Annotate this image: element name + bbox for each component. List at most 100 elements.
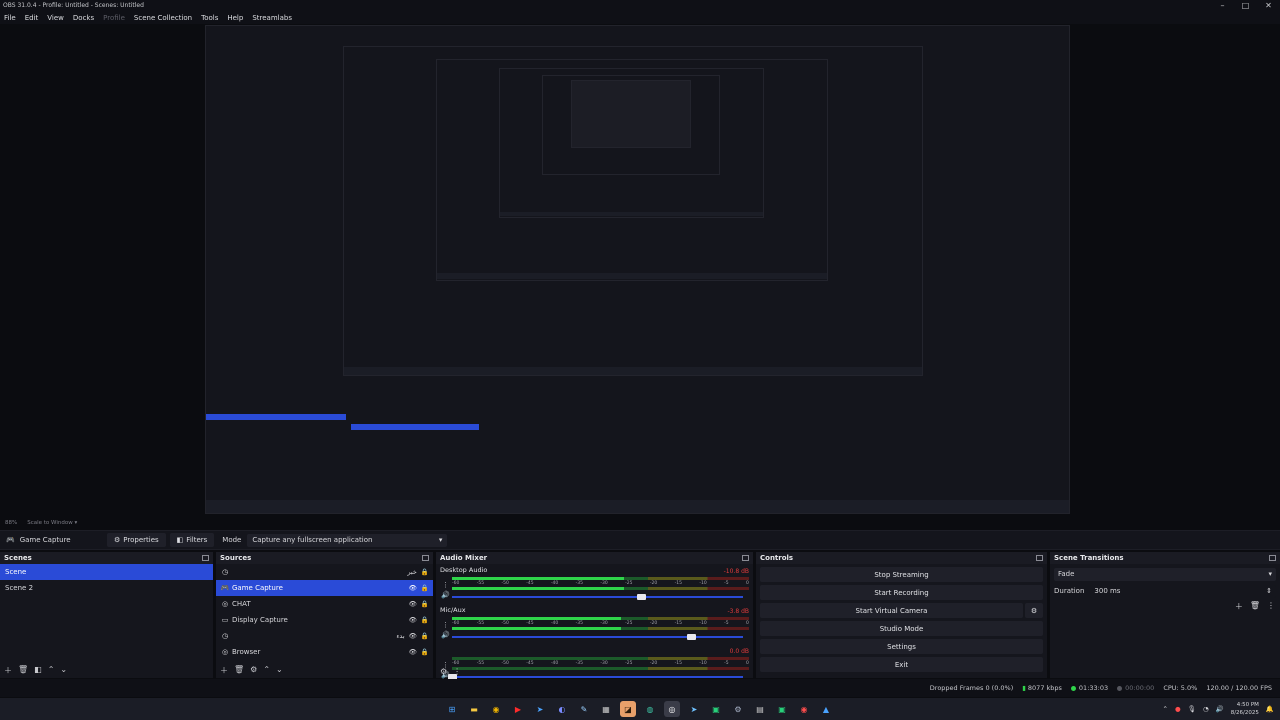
undock-icon[interactable] (742, 555, 749, 561)
send-icon[interactable]: ➤ (686, 701, 702, 717)
transition-select[interactable]: Fade ▾ (1054, 567, 1276, 581)
tray-app-icon[interactable]: ● (1175, 705, 1181, 713)
fader-knob[interactable] (637, 594, 647, 600)
add-icon[interactable]: ＋ (220, 665, 228, 676)
channel-menu-icon[interactable]: ⋮ (442, 581, 449, 589)
properties-button[interactable]: ⚙ Properties (107, 533, 166, 547)
lock-icon[interactable]: 🔒 (421, 616, 429, 624)
exit-button[interactable]: Exit (760, 657, 1043, 672)
youtube-icon[interactable]: ▶ (510, 701, 526, 717)
scene-item[interactable]: Scene (0, 564, 213, 580)
arrow-up-icon[interactable]: ⌃ (48, 665, 55, 676)
pen-icon[interactable]: ✎ (576, 701, 592, 717)
menu-streamlabs[interactable]: Streamlabs (252, 14, 292, 22)
filter-icon[interactable]: ◧ (34, 665, 42, 676)
lock-icon[interactable]: 🔒 (421, 600, 429, 608)
menu-docks[interactable]: Docks (73, 14, 94, 22)
grid-app-icon[interactable]: ▦ (598, 701, 614, 717)
minimize-button[interactable]: – (1211, 0, 1234, 11)
obs-icon[interactable]: ◎ (664, 701, 680, 717)
eye-icon[interactable]: 👁 (409, 648, 417, 656)
menu-profile[interactable]: Profile (103, 14, 125, 22)
maximize-button[interactable]: □ (1234, 0, 1257, 11)
photos-icon[interactable]: ▲ (818, 701, 834, 717)
gear-icon[interactable]: ⚙ (440, 667, 447, 676)
edge-icon[interactable]: ◍ (642, 701, 658, 717)
speaker-icon[interactable]: 🔊 (1216, 705, 1224, 713)
terminal-icon[interactable]: ▤ (752, 701, 768, 717)
duration-input[interactable]: 300 ms ⇕ (1090, 584, 1276, 598)
discord-icon[interactable]: ◐ (554, 701, 570, 717)
settings-app-icon[interactable]: ⚙ (730, 701, 746, 717)
settings-button[interactable]: Settings (760, 639, 1043, 654)
lock-icon[interactable]: 🔒 (421, 584, 429, 592)
windows-start-icon[interactable]: ⊞ (444, 701, 460, 717)
chevron-up-icon[interactable]: ⌃ (1163, 705, 1168, 713)
zoom-mode-select[interactable]: Scale to Window ▾ (27, 520, 77, 526)
virtual-camera-settings-button[interactable]: ⚙ (1025, 603, 1043, 618)
fader-knob[interactable] (686, 634, 696, 640)
notifications-icon[interactable]: 🔔 (1266, 705, 1274, 713)
start-recording-button[interactable]: Start Recording (760, 585, 1043, 600)
chat-app-icon[interactable]: ▣ (774, 701, 790, 717)
preview-canvas[interactable] (205, 25, 1070, 514)
source-item[interactable]: ◷ خبر 🔒 (216, 564, 433, 580)
mode-select[interactable]: Capture any fullscreen application ▾ (247, 533, 448, 547)
source-item[interactable]: 🎮 Game Capture 👁 🔒 (216, 580, 433, 596)
undock-icon[interactable] (422, 555, 429, 561)
eye-icon[interactable]: 👁 (409, 600, 417, 608)
send-icon[interactable]: ➤ (532, 701, 548, 717)
chrome-icon[interactable]: ◉ (488, 701, 504, 717)
volume-fader[interactable] (448, 674, 743, 680)
menu-tools[interactable]: Tools (201, 14, 218, 22)
undock-icon[interactable] (1269, 555, 1276, 561)
volume-fader[interactable] (452, 594, 743, 600)
more-icon[interactable]: ⋮ (1267, 601, 1275, 612)
add-icon[interactable]: ＋ (1235, 601, 1243, 612)
trash-icon[interactable]: 🗑 (18, 665, 28, 676)
trash-icon[interactable]: 🗑 (234, 665, 244, 676)
source-item[interactable]: ◷ بدء 👁 🔒 (216, 628, 433, 644)
mic-icon[interactable]: 🎙 (1188, 705, 1196, 713)
menu-edit[interactable]: Edit (25, 14, 39, 22)
menu-help[interactable]: Help (227, 14, 243, 22)
arrow-down-icon[interactable]: ⌄ (276, 665, 283, 676)
source-item[interactable]: ◎ Browser 👁 🔒 (216, 644, 433, 660)
scene-item[interactable]: Scene 2 (0, 580, 213, 596)
source-item[interactable]: ▭ Display Capture 👁 🔒 (216, 612, 433, 628)
eye-icon[interactable]: 👁 (409, 616, 417, 624)
volume-fader[interactable] (452, 634, 743, 640)
stop-streaming-button[interactable]: Stop Streaming (760, 567, 1043, 582)
undock-icon[interactable] (1036, 555, 1043, 561)
studio-mode-button[interactable]: Studio Mode (760, 621, 1043, 636)
app-green-icon[interactable]: ▣ (708, 701, 724, 717)
menu-scene-collection[interactable]: Scene Collection (134, 14, 192, 22)
gear-icon[interactable]: ⚙ (250, 665, 257, 676)
undock-icon[interactable] (202, 555, 209, 561)
lock-icon[interactable]: 🔒 (421, 648, 429, 656)
streamlabs-icon[interactable]: ◪ (620, 701, 636, 717)
file-explorer-icon[interactable]: ▬ (466, 701, 482, 717)
eye-icon[interactable]: 👁 (409, 632, 417, 640)
lock-icon[interactable]: 🔒 (421, 568, 429, 576)
speaker-icon[interactable]: 🔊 (441, 591, 450, 599)
add-icon[interactable]: ＋ (4, 665, 12, 676)
speaker-icon[interactable]: 🔊 (441, 631, 450, 639)
start-virtual-camera-button[interactable]: Start Virtual Camera (760, 603, 1023, 618)
channel-menu-icon[interactable]: ⋮ (442, 621, 449, 629)
menu-view[interactable]: View (47, 14, 64, 22)
close-button[interactable]: ✕ (1257, 0, 1280, 11)
eye-icon[interactable]: 👁 (409, 584, 417, 592)
arrow-up-icon[interactable]: ⌃ (263, 665, 270, 676)
trash-icon[interactable]: 🗑 (1250, 601, 1260, 612)
filters-button[interactable]: ◧ Filters (169, 533, 215, 547)
clock[interactable]: 4:50 PM 8/26/2025 (1231, 701, 1259, 717)
recorder-icon[interactable]: ◉ (796, 701, 812, 717)
audio-mixer-dock: Audio Mixer Desktop Audio -10.8 dB -60 -55 -… (436, 552, 754, 680)
arrow-down-icon[interactable]: ⌄ (60, 665, 67, 676)
source-item[interactable]: ◎ CHAT 👁 🔒 (216, 596, 433, 612)
more-icon[interactable]: ⋮ (453, 667, 461, 676)
wifi-icon[interactable]: ◔ (1203, 705, 1209, 713)
menu-file[interactable]: File (4, 14, 16, 22)
lock-icon[interactable]: 🔒 (421, 632, 429, 640)
